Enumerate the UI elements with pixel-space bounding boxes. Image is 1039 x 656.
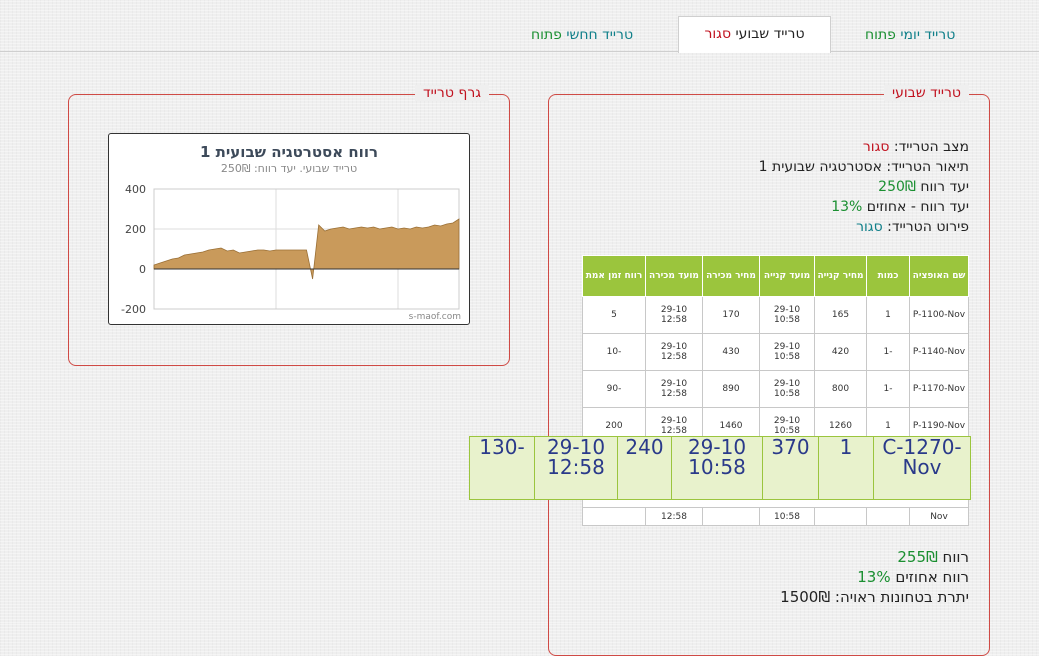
cell-sell-time: 29-10 12:58 bbox=[645, 296, 703, 334]
table-row: P-1170-Nov -1 800 29-10 10:58 890 29-10 … bbox=[582, 370, 969, 408]
target-pct-label: יעד רווח - אחוזים bbox=[866, 199, 969, 215]
popup-option: C-1270-Nov bbox=[873, 436, 971, 500]
tab-weekly-status: סגור bbox=[704, 26, 732, 42]
tab-daily-label: טרייד יומי bbox=[900, 27, 956, 43]
cell-sell-price bbox=[702, 507, 760, 526]
cell-profit bbox=[582, 507, 646, 526]
trade-graph-panel: גרף טרייד 400 200 0 -200 רווח אסטרטגיה שבוע… bbox=[68, 85, 510, 366]
popup-buy-price: 370 bbox=[762, 436, 819, 500]
cell-profit: 5 bbox=[582, 296, 646, 334]
cell-quantity: 1 bbox=[866, 296, 910, 334]
target-pct-line: יעד רווח - אחוזים 13% bbox=[759, 197, 969, 217]
table-row: Nov 10:58 12:58 bbox=[582, 507, 969, 526]
cell-buy-time: 29-10 10:58 bbox=[759, 296, 815, 334]
cell-option: P-1170-Nov bbox=[909, 370, 969, 408]
col-sell-price: מחיר מכירה bbox=[702, 255, 760, 297]
popup-profit: -130 bbox=[469, 436, 535, 500]
y-tick-label: -200 bbox=[121, 303, 146, 316]
profit-pct-line: רווח אחוזים 13% bbox=[780, 567, 969, 587]
cell-sell-time: 12:58 bbox=[645, 507, 703, 526]
profit-line: רווח 255₪ bbox=[780, 547, 969, 567]
detail-line: פירוט הטרייד: סגור bbox=[759, 217, 969, 237]
col-option-name: שם האופציה bbox=[909, 255, 969, 297]
target-line: יעד רווח 250₪ bbox=[759, 177, 969, 197]
highlighted-row[interactable]: C-1270-Nov 1 370 29-10 10:58 240 29-10 1… bbox=[469, 436, 971, 500]
cell-buy-time: 29-10 10:58 bbox=[759, 370, 815, 408]
cell-buy-time: 29-10 10:58 bbox=[759, 333, 815, 371]
description-value: אסטרטגיה שבועית 1 bbox=[758, 159, 882, 175]
margin-line: יתרת בטחונות ראויה: 1500₪ bbox=[780, 587, 969, 607]
tab-monthly-status: פתוח bbox=[531, 27, 562, 43]
target-value: 250₪ bbox=[878, 179, 916, 195]
col-buy-time: מועד קנייה bbox=[759, 255, 815, 297]
y-tick-label: 0 bbox=[139, 263, 146, 276]
cell-option: Nov bbox=[909, 507, 969, 526]
col-quantity: כמות bbox=[866, 255, 910, 297]
description-line: תיאור הטרייד: אסטרטגיה שבועית 1 bbox=[759, 157, 969, 177]
profit-chart: 400 200 0 -200 רווח אסטרטגיה שבועית 1 טרייד… bbox=[108, 133, 470, 325]
popup-buy-time: 29-10 10:58 bbox=[671, 436, 763, 500]
popup-sell-time: 29-10 12:58 bbox=[534, 436, 618, 500]
trade-summary: רווח 255₪ רווח אחוזים 13% יתרת בטחונות ר… bbox=[780, 547, 969, 607]
cell-quantity: -1 bbox=[866, 370, 910, 408]
status-line: מצב הטרייד: סגור bbox=[759, 137, 969, 157]
cell-sell-price: 890 bbox=[702, 370, 760, 408]
popup-quantity: 1 bbox=[818, 436, 874, 500]
cell-option: P-1100-Nov bbox=[909, 296, 969, 334]
profit-area-series bbox=[153, 218, 460, 280]
col-buy-price: מחיר קנייה bbox=[814, 255, 867, 297]
cell-option: P-1140-Nov bbox=[909, 333, 969, 371]
margin-value: 1500₪ bbox=[780, 588, 831, 606]
profit-pct-value: 13% bbox=[857, 568, 891, 586]
weekly-panel-legend: טרייד שבועי bbox=[883, 85, 969, 101]
tab-weekly-trade[interactable]: טרייד שבועי סגור bbox=[678, 16, 831, 53]
margin-label: יתרת בטחונות ראויה: bbox=[834, 588, 969, 606]
profit-value: 255₪ bbox=[897, 548, 938, 566]
graph-panel-legend: גרף טרייד bbox=[415, 85, 489, 101]
table-row: P-1140-Nov -1 420 29-10 10:58 430 29-10 … bbox=[582, 333, 969, 371]
y-tick-label: 400 bbox=[125, 183, 146, 196]
cell-buy-price: 165 bbox=[814, 296, 867, 334]
description-label: תיאור הטרייד: bbox=[886, 159, 969, 175]
tab-monthly-trade[interactable]: טרייד חחשי פתוח bbox=[531, 18, 633, 52]
tab-daily-status: פתוח bbox=[865, 27, 896, 43]
profit-pct-label: רווח אחוזים bbox=[895, 568, 969, 586]
profit-label: רווח bbox=[942, 548, 969, 566]
status-label: מצב הטרייד: bbox=[893, 139, 969, 155]
chart-title: רווח אסטרטגיה שבועית 1 bbox=[199, 143, 378, 161]
cell-sell-price: 430 bbox=[702, 333, 760, 371]
tab-weekly-label: טרייד שבועי bbox=[735, 26, 805, 42]
detail-value: סגור bbox=[856, 219, 883, 235]
col-realtime-profit: רווח זמן אמת bbox=[582, 255, 646, 297]
cell-sell-time: 29-10 12:58 bbox=[645, 370, 703, 408]
y-tick-label: 200 bbox=[125, 223, 146, 236]
cell-profit: -90 bbox=[582, 370, 646, 408]
chart-subtitle: טרייד שבועי. יעד רווח: 250₪ bbox=[220, 162, 358, 175]
table-row: P-1100-Nov 1 165 29-10 10:58 170 29-10 1… bbox=[582, 296, 969, 334]
cell-quantity: -1 bbox=[866, 333, 910, 371]
trade-info: מצב הטרייד: סגור תיאור הטרייד: אסטרטגיה … bbox=[759, 137, 969, 237]
tab-monthly-label: טרייד חחשי bbox=[566, 27, 634, 43]
cell-quantity bbox=[866, 507, 910, 526]
cell-profit: -10 bbox=[582, 333, 646, 371]
cell-buy-price bbox=[814, 507, 867, 526]
detail-label: פירוט הטרייד: bbox=[887, 219, 969, 235]
cell-buy-time: 10:58 bbox=[759, 507, 815, 526]
tab-daily-trade[interactable]: טרייד יומי פתוח bbox=[865, 18, 955, 52]
chart-credit: s-maof.com bbox=[408, 312, 461, 322]
cell-buy-price: 420 bbox=[814, 333, 867, 371]
table-header-row: שם האופציה כמות מחיר קנייה מועד קנייה מח… bbox=[582, 255, 969, 297]
cell-buy-price: 800 bbox=[814, 370, 867, 408]
col-sell-time: מועד מכירה bbox=[645, 255, 703, 297]
popup-sell-price: 240 bbox=[617, 436, 672, 500]
target-pct-value: 13% bbox=[831, 199, 863, 215]
weekly-trade-panel: טרייד שבועי מצב הטרייד: סגור תיאור הטריי… bbox=[548, 85, 990, 656]
target-label: יעד רווח bbox=[920, 179, 969, 195]
cell-sell-time: 29-10 12:58 bbox=[645, 333, 703, 371]
cell-sell-price: 170 bbox=[702, 296, 760, 334]
status-value: סגור bbox=[862, 139, 890, 155]
